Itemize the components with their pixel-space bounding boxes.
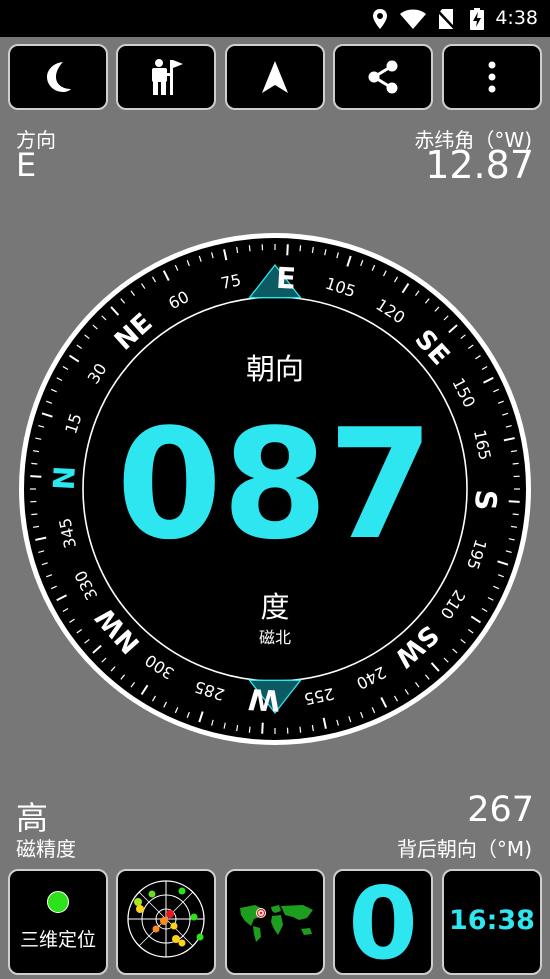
wifi-icon	[400, 9, 426, 29]
declination-value: 12.87	[425, 143, 534, 187]
unit-label: 度	[260, 590, 289, 624]
compass-tick	[299, 245, 302, 252]
gps-fix-dot-icon	[47, 891, 69, 913]
back-bearing-label: 背后朝向（°M)	[396, 837, 532, 861]
compass-tick	[261, 722, 264, 734]
compass-tick	[248, 726, 251, 733]
location-icon	[373, 9, 387, 29]
compass-tick	[512, 462, 519, 465]
direction-value: E	[16, 146, 37, 184]
moon-icon	[47, 62, 71, 92]
fix-status-label: 三维定位	[19, 929, 96, 951]
battery-charging-icon	[470, 8, 484, 30]
world-map-button[interactable]	[225, 869, 325, 975]
accuracy-label: 磁精度	[16, 837, 76, 861]
satellite-count: 0	[348, 869, 418, 975]
bottom-toolbar: 三维定位 0 16:38	[8, 869, 542, 975]
share-button[interactable]	[333, 44, 433, 110]
world-map-icon	[238, 904, 314, 944]
share-icon	[368, 60, 398, 94]
compass-tick	[286, 244, 289, 256]
compass-dial: NNEESESSWWNW15306075 10512015016519521024…	[19, 233, 531, 745]
satellite-count-button[interactable]: 0	[333, 869, 433, 975]
fix-status-button[interactable]: 三维定位	[8, 869, 108, 975]
more-vert-icon	[488, 61, 496, 93]
satellite-view-button[interactable]	[116, 869, 216, 975]
reference-label: 磁北	[259, 628, 291, 647]
satellite-sky-icon	[127, 880, 205, 958]
compass-tick	[31, 462, 38, 465]
cardinal-n: N	[47, 465, 82, 491]
hiker-button[interactable]	[116, 44, 216, 110]
status-time: 4:38	[495, 7, 538, 29]
compass-tick	[248, 245, 251, 252]
status-bar: 4:38	[0, 0, 550, 37]
navigation-arrow-icon	[262, 61, 288, 93]
compass-tick	[512, 513, 519, 516]
clock-value: 16:38	[449, 905, 535, 936]
compass-tick	[31, 513, 38, 516]
top-toolbar	[8, 44, 542, 110]
clock-button[interactable]: 16:38	[442, 869, 542, 975]
navigate-button[interactable]	[225, 44, 325, 110]
compass-tick	[30, 475, 42, 478]
hiker-flag-icon	[152, 59, 183, 95]
night-mode-button[interactable]	[8, 44, 108, 110]
more-options-button[interactable]	[442, 44, 542, 110]
compass-tick	[299, 726, 302, 733]
cardinal-s: S	[468, 489, 503, 512]
back-bearing-value: 267	[467, 790, 534, 830]
compass-tick	[508, 500, 520, 503]
no-sim-icon	[436, 9, 456, 30]
heading-label: 朝向	[246, 352, 304, 386]
cardinal-e: E	[275, 261, 297, 296]
cardinal-w: W	[247, 682, 281, 718]
heading-value: 087	[116, 396, 433, 573]
